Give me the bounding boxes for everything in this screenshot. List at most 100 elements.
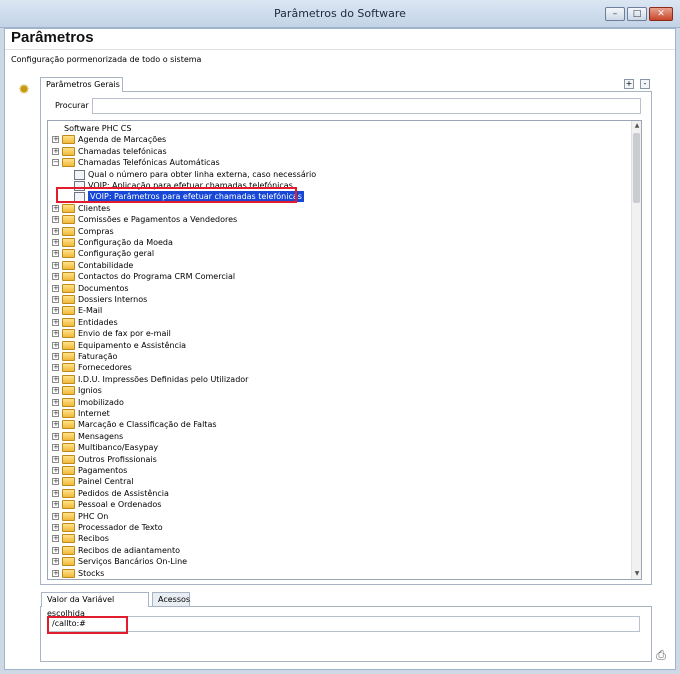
tree-row[interactable]: + Faturação: [48, 351, 628, 362]
tree-row[interactable]: + Internet: [48, 408, 628, 419]
tree-row[interactable]: + I.D.U. Impressões Definidas pelo Utiliz…: [48, 374, 628, 385]
tree-row[interactable]: + Equipamento e Assistência: [48, 340, 628, 351]
expand-icon[interactable]: +: [52, 387, 59, 395]
scrollbar-thumb[interactable]: [633, 133, 640, 203]
expand-icon[interactable]: +: [52, 455, 59, 463]
collapse-icon[interactable]: −: [52, 159, 59, 167]
expand-icon[interactable]: +: [52, 410, 59, 417]
tab-valor-variavel[interactable]: Valor da Variável escolhida: [41, 592, 149, 618]
expand-icon[interactable]: +: [52, 250, 59, 258]
expand-icon[interactable]: +: [52, 569, 59, 577]
expand-icon[interactable]: +: [52, 136, 59, 144]
folder-icon: [62, 363, 75, 373]
expand-icon[interactable]: +: [52, 284, 59, 292]
tree-row[interactable]: + Chamadas telefónicas: [48, 146, 628, 157]
folder-icon: [62, 534, 75, 544]
expand-icon[interactable]: +: [52, 489, 59, 497]
expand-icon[interactable]: +: [52, 558, 59, 566]
expand-icon[interactable]: +: [52, 296, 59, 303]
scroll-up-icon[interactable]: ▲: [632, 121, 641, 131]
tree-row[interactable]: − Chamadas Telefónicas Automáticas: [48, 157, 628, 168]
tree-row[interactable]: + E-Mail: [48, 305, 628, 316]
tree-row-label: Envio de fax por e-mail: [78, 329, 171, 339]
expand-icon[interactable]: +: [52, 398, 59, 406]
tree-row[interactable]: + Contabilidade: [48, 260, 628, 271]
tree-row-label: Chamadas telefónicas: [78, 146, 167, 156]
tree-row[interactable]: + PHC On: [48, 511, 628, 522]
tree-row[interactable]: + Contactos do Programa CRM Comercial: [48, 271, 628, 282]
tree-row[interactable]: + Pedidos de Assistência: [48, 488, 628, 499]
printer-icon[interactable]: ⎙: [654, 648, 668, 662]
maximize-button[interactable]: □: [627, 7, 647, 21]
tree-row[interactable]: + Pagamentos: [48, 465, 628, 476]
tree-scrollbar[interactable]: ▲ ▼: [631, 121, 641, 579]
tree-row[interactable]: + Entidades: [48, 317, 628, 328]
tree-row[interactable]: + Configuração geral: [48, 248, 628, 259]
tree-row[interactable]: + Painel Central: [48, 476, 628, 487]
expand-icon[interactable]: +: [52, 375, 59, 383]
tree-row[interactable]: + Multibanco/Easypay: [48, 442, 628, 453]
tree-row[interactable]: + Serviços Bancários On-Line: [48, 556, 628, 567]
expand-icon[interactable]: +: [52, 478, 59, 486]
tree-row[interactable]: + Recibos: [48, 533, 628, 544]
tree-row[interactable]: + Stocks: [48, 568, 628, 579]
expand-icon[interactable]: +: [52, 318, 59, 326]
expand-icon[interactable]: +: [52, 341, 59, 349]
scroll-down-icon[interactable]: ▼: [632, 569, 641, 579]
page-subtitle: Configuração pormenorizada de todo o sis…: [11, 55, 202, 64]
expand-icon[interactable]: +: [52, 421, 59, 429]
tree-row[interactable]: + Clientes: [48, 203, 628, 214]
minimize-button[interactable]: –: [605, 7, 625, 21]
tree-row[interactable]: + Marcação e Classificação de Faltas: [48, 419, 628, 430]
tree-row[interactable]: + Pessoal e Ordenados: [48, 499, 628, 510]
tree-row[interactable]: + Dossiers Internos: [48, 294, 628, 305]
tree-row[interactable]: Software PHC CS: [48, 123, 628, 134]
tree-row[interactable]: + Ignios: [48, 385, 628, 396]
page-title: Parâmetros: [11, 29, 94, 46]
expand-icon[interactable]: +: [52, 444, 59, 452]
expand-icon[interactable]: +: [52, 239, 59, 246]
expand-icon[interactable]: +: [52, 216, 59, 224]
tree-row[interactable]: + Imobilizado: [48, 397, 628, 408]
expand-icon[interactable]: +: [52, 204, 59, 212]
tree-row[interactable]: Qual o número para obter linha externa, …: [48, 169, 628, 180]
tree-row[interactable]: + Documentos: [48, 283, 628, 294]
expand-icon[interactable]: +: [52, 227, 59, 235]
folder-icon: [62, 374, 75, 384]
variable-value-field[interactable]: /callto:#: [47, 616, 640, 632]
collapse-all-button[interactable]: -: [640, 79, 650, 89]
expand-icon[interactable]: +: [52, 364, 59, 372]
tab-parametros-gerais[interactable]: Parâmetros Gerais: [40, 77, 123, 92]
expand-icon[interactable]: +: [52, 353, 59, 360]
expand-icon[interactable]: +: [52, 330, 59, 338]
expand-icon[interactable]: +: [52, 432, 59, 440]
tree-row[interactable]: + Agenda de Marcações: [48, 134, 628, 145]
expand-icon[interactable]: +: [52, 524, 59, 531]
tree-row[interactable]: + Processador de Texto: [48, 522, 628, 533]
expand-icon[interactable]: +: [52, 273, 59, 281]
expand-icon[interactable]: +: [52, 147, 59, 155]
tree-row[interactable]: + Envio de fax por e-mail: [48, 328, 628, 339]
tree-row[interactable]: + Comissões e Pagamentos a Vendedores: [48, 214, 628, 225]
tree-row[interactable]: + Recibos de adiantamento: [48, 545, 628, 556]
tree-row-label: Marcação e Classificação de Faltas: [78, 420, 217, 430]
search-input[interactable]: [92, 98, 641, 114]
tree-row[interactable]: + Outros Profissionais: [48, 454, 628, 465]
tree-row[interactable]: + Compras: [48, 226, 628, 237]
expand-icon[interactable]: +: [52, 261, 59, 269]
folder-icon: [62, 272, 75, 282]
expand-icon[interactable]: +: [52, 535, 59, 543]
folder-icon: [62, 226, 75, 236]
tree-row[interactable]: + Configuração da Moeda: [48, 237, 628, 248]
parameter-tree: Software PHC CS + Agenda de Marcações + Cham…: [47, 120, 642, 580]
tree-row[interactable]: + Mensagens: [48, 431, 628, 442]
expand-icon[interactable]: +: [52, 546, 59, 554]
expand-icon[interactable]: +: [52, 307, 59, 315]
expand-all-button[interactable]: +: [624, 79, 634, 89]
expand-icon[interactable]: +: [52, 501, 59, 509]
close-button[interactable]: ✕: [649, 7, 673, 21]
tree-row[interactable]: + Fornecedores: [48, 362, 628, 373]
expand-icon[interactable]: +: [52, 467, 59, 474]
tab-acessos[interactable]: Acessos: [152, 592, 190, 607]
expand-icon[interactable]: +: [52, 512, 59, 520]
